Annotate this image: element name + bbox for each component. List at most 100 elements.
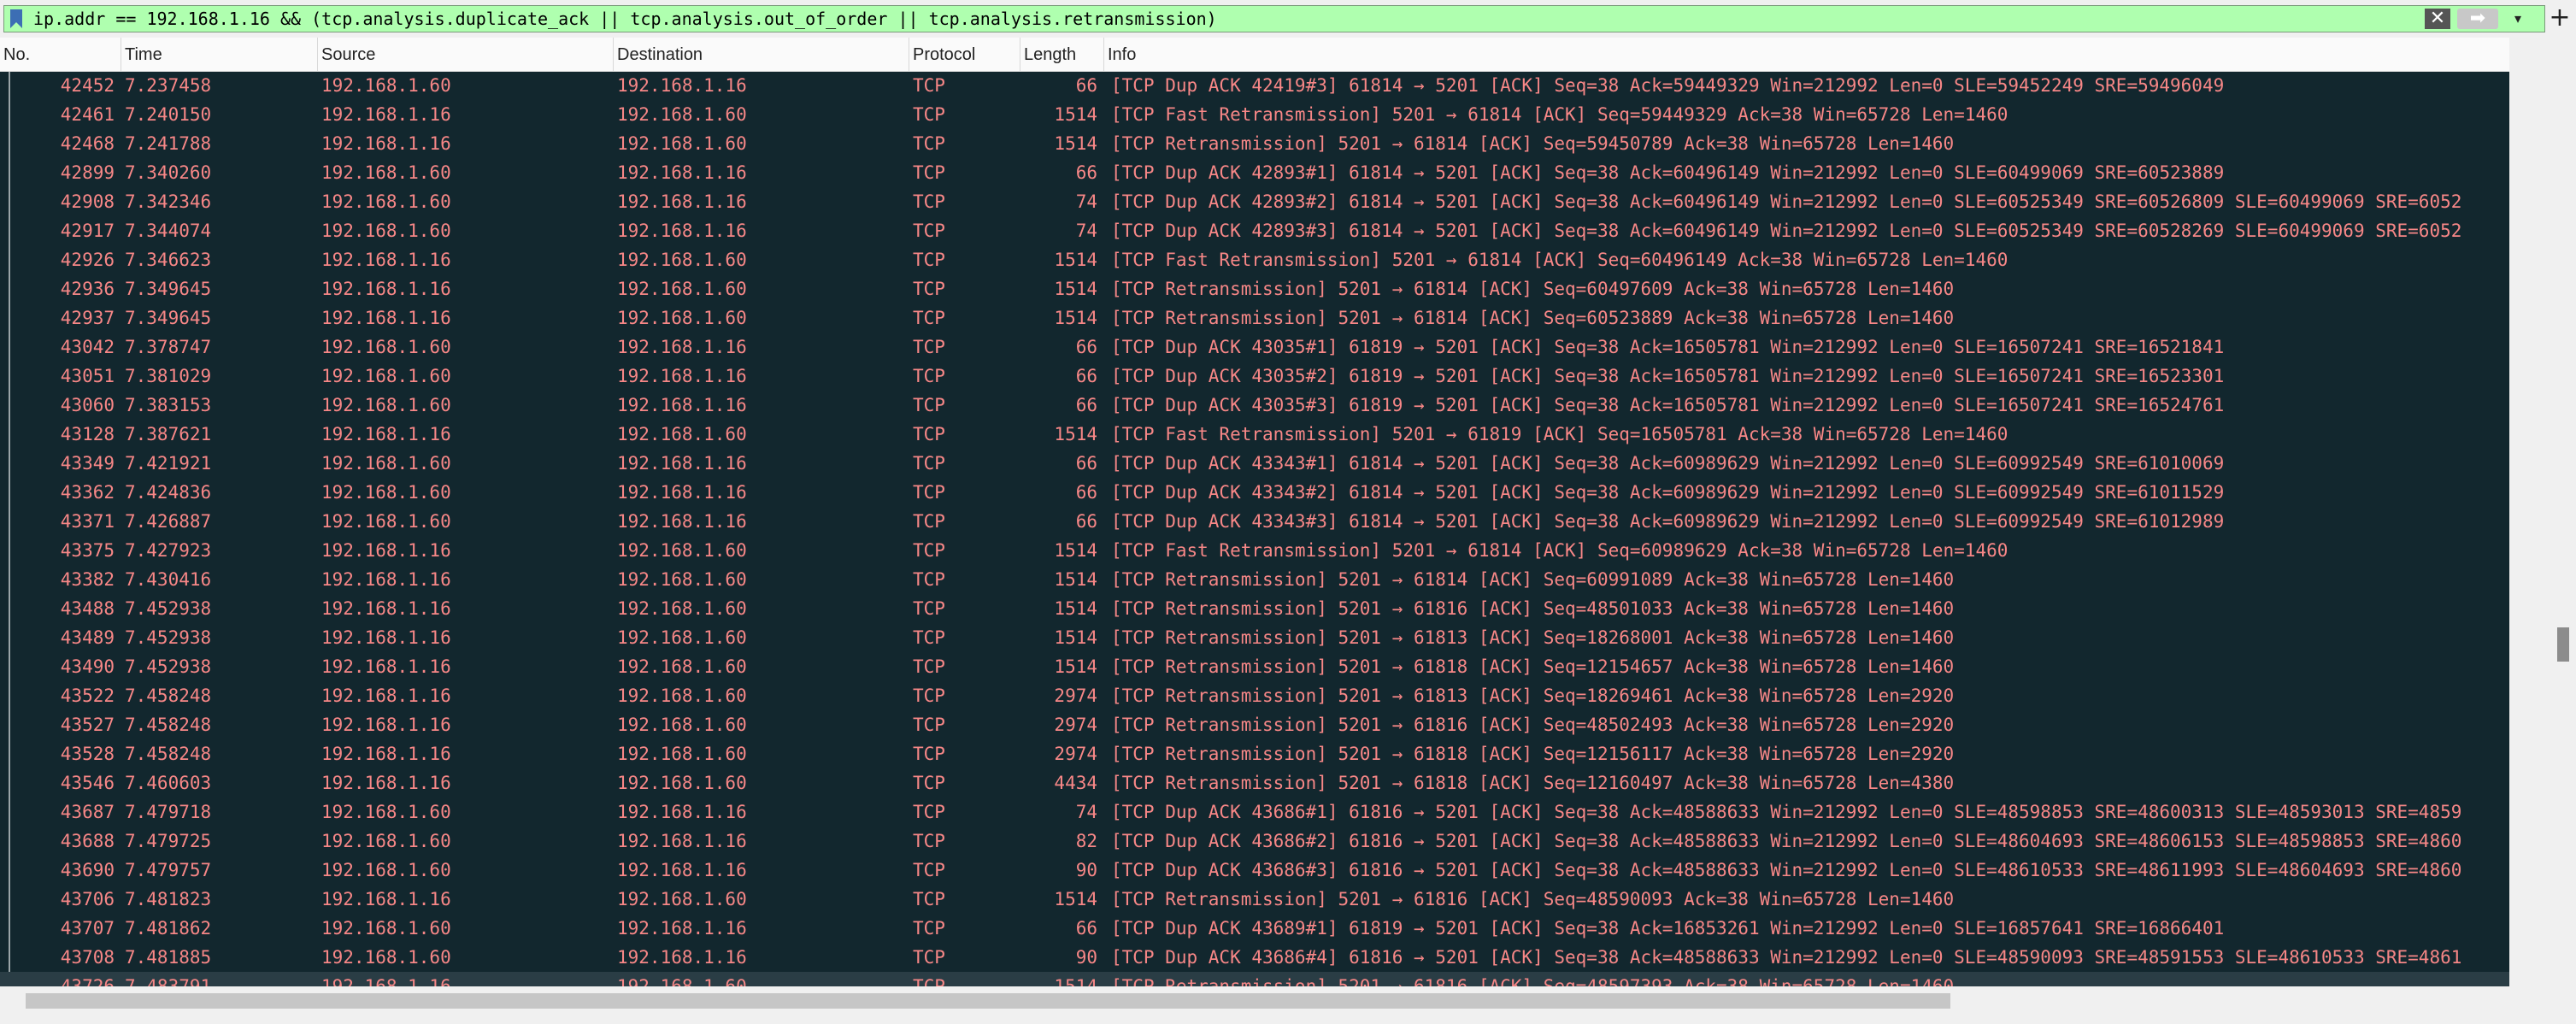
packet-row[interactable]: 43382 7.430416 192.168.1.16 192.168.1.60 TCP… [0,565,2509,594]
packet-time: 7.483791 [125,976,212,986]
packet-row[interactable]: 43690 7.479757 192.168.1.60 192.168.1.16 TCP… [0,856,2509,885]
packet-number: 43371 [60,511,115,532]
packet-info: [TCP Retransmission] 5201 → 61818 [ACK] … [1111,773,1955,793]
packet-source: 192.168.1.60 [321,337,451,357]
packet-source: 192.168.1.16 [321,569,451,590]
column-header-source[interactable]: Source [318,38,614,72]
packet-info: [TCP Dup ACK 42893#1] 61814 → 5201 [ACK]… [1111,162,2225,183]
packet-row[interactable]: 43488 7.452938 192.168.1.16 192.168.1.60 TCP… [0,594,2509,623]
packet-protocol: TCP [913,133,945,154]
packet-length: 66 [1075,511,1097,532]
column-header-protocol[interactable]: Protocol [909,38,1020,72]
packet-list[interactable]: 42452 7.237458 192.168.1.60 192.168.1.16 TCP… [0,72,2509,986]
packet-number: 43489 [60,627,115,648]
packet-row[interactable]: 42899 7.340260 192.168.1.60 192.168.1.16 TCP… [0,158,2509,187]
packet-info: [TCP Retransmission] 5201 → 61816 [ACK] … [1111,976,1955,986]
packet-destination: 192.168.1.16 [617,831,747,851]
packet-row[interactable]: 42917 7.344074 192.168.1.60 192.168.1.16 TCP… [0,216,2509,245]
packet-protocol: TCP [913,686,945,706]
packet-time: 7.342346 [125,191,212,212]
packet-row[interactable]: 42936 7.349645 192.168.1.16 192.168.1.60 TCP… [0,274,2509,303]
packet-row[interactable]: 43726 7.483791 192.168.1.16 192.168.1.60 TCP… [0,972,2509,986]
packet-destination: 192.168.1.60 [617,104,747,125]
column-header-info[interactable]: Info [1104,38,2509,72]
packet-destination: 192.168.1.16 [617,191,747,212]
packet-info: [TCP Fast Retransmission] 5201 → 61814 [… [1111,104,2008,125]
apply-filter-icon[interactable]: ➡ [2457,9,2498,29]
packet-time: 7.460603 [125,773,212,793]
packet-info: [TCP Dup ACK 43343#1] 61814 → 5201 [ACK]… [1111,453,2225,474]
packet-row[interactable]: 43688 7.479725 192.168.1.60 192.168.1.16 TCP… [0,827,2509,856]
vertical-scrollbar[interactable] [2509,38,2576,986]
packet-source: 192.168.1.16 [321,104,451,125]
column-header-length[interactable]: Length [1020,38,1104,72]
packet-number: 42937 [60,308,115,328]
bookmark-icon[interactable] [8,9,25,29]
packet-number: 43375 [60,540,115,561]
packet-number: 43051 [60,366,115,386]
packet-info: [TCP Retransmission] 5201 → 61813 [ACK] … [1111,686,1955,706]
packet-protocol: TCP [913,191,945,212]
packet-info: [TCP Retransmission] 5201 → 61814 [ACK] … [1111,133,1955,154]
packet-destination: 192.168.1.16 [617,802,747,822]
packet-time: 7.381029 [125,366,212,386]
packet-row[interactable]: 43522 7.458248 192.168.1.16 192.168.1.60 TCP… [0,681,2509,710]
packet-protocol: TCP [913,715,945,735]
packet-row[interactable]: 43128 7.387621 192.168.1.16 192.168.1.60 TCP… [0,420,2509,449]
packet-number: 43060 [60,395,115,415]
display-filter-text[interactable]: ip.addr == 192.168.1.16 && (tcp.analysis… [33,6,1217,32]
filter-history-dropdown-icon[interactable]: ▾ [2505,9,2531,29]
packet-row[interactable]: 43489 7.452938 192.168.1.16 192.168.1.60 TCP… [0,623,2509,652]
packet-row[interactable]: 43060 7.383153 192.168.1.60 192.168.1.16 TCP… [0,391,2509,420]
packet-row[interactable]: 43708 7.481885 192.168.1.60 192.168.1.16 TCP… [0,943,2509,972]
packet-time: 7.426887 [125,511,212,532]
packet-row[interactable]: 43371 7.426887 192.168.1.60 192.168.1.16 TCP… [0,507,2509,536]
packet-row[interactable]: 43687 7.479718 192.168.1.60 192.168.1.16 TCP… [0,797,2509,827]
packet-row[interactable]: 43527 7.458248 192.168.1.16 192.168.1.60 TCP… [0,710,2509,739]
packet-source: 192.168.1.16 [321,627,451,648]
packet-number: 43687 [60,802,115,822]
column-header-no[interactable]: No. [0,38,121,72]
packet-row[interactable]: 43490 7.452938 192.168.1.16 192.168.1.60 TCP… [0,652,2509,681]
packet-row[interactable]: 43706 7.481823 192.168.1.16 192.168.1.60 TCP… [0,885,2509,914]
packet-time: 7.344074 [125,221,212,241]
packet-row[interactable]: 42452 7.237458 192.168.1.60 192.168.1.16 TCP… [0,72,2509,100]
packet-row[interactable]: 43349 7.421921 192.168.1.60 192.168.1.16 TCP… [0,449,2509,478]
packet-row[interactable]: 43707 7.481862 192.168.1.60 192.168.1.16 TCP… [0,914,2509,943]
packet-row[interactable]: 42937 7.349645 192.168.1.16 192.168.1.60 TCP… [0,303,2509,333]
packet-row[interactable]: 43546 7.460603 192.168.1.16 192.168.1.60 TCP… [0,768,2509,797]
packet-length: 1514 [1054,424,1097,444]
packet-row[interactable]: 43375 7.427923 192.168.1.16 192.168.1.60 TCP… [0,536,2509,565]
packet-info: [TCP Dup ACK 43686#4] 61816 → 5201 [ACK]… [1111,947,2462,968]
packet-row[interactable]: 42908 7.342346 192.168.1.60 192.168.1.16 TCP… [0,187,2509,216]
packet-info: [TCP Dup ACK 43035#3] 61819 → 5201 [ACK]… [1111,395,2225,415]
packet-row[interactable]: 43042 7.378747 192.168.1.60 192.168.1.16 TCP… [0,333,2509,362]
column-header-destination[interactable]: Destination [614,38,909,72]
packet-number: 42936 [60,279,115,299]
packet-protocol: TCP [913,947,945,968]
packet-row[interactable]: 42461 7.240150 192.168.1.16 192.168.1.60 TCP… [0,100,2509,129]
packet-protocol: TCP [913,337,945,357]
packet-time: 7.340260 [125,162,212,183]
packet-row[interactable]: 43051 7.381029 192.168.1.60 192.168.1.16 TCP… [0,362,2509,391]
packet-destination: 192.168.1.16 [617,947,747,968]
packet-row[interactable]: 42926 7.346623 192.168.1.16 192.168.1.60 TCP… [0,245,2509,274]
packet-time: 7.430416 [125,569,212,590]
packet-length: 1514 [1054,540,1097,561]
packet-row[interactable]: 43528 7.458248 192.168.1.16 192.168.1.60 TCP… [0,739,2509,768]
packet-row[interactable]: 42468 7.241788 192.168.1.16 192.168.1.60 TCP… [0,129,2509,158]
packet-length: 1514 [1054,308,1097,328]
packet-time: 7.240150 [125,104,212,125]
packet-time: 7.481862 [125,918,212,939]
vertical-scrollbar-thumb[interactable] [2557,627,2569,662]
add-filter-button-icon[interactable]: + [2547,5,2573,32]
packet-row[interactable]: 43362 7.424836 192.168.1.60 192.168.1.16 TCP… [0,478,2509,507]
display-filter-input[interactable]: ip.addr == 192.168.1.16 && (tcp.analysis… [3,5,2545,32]
packet-info: [TCP Dup ACK 43343#2] 61814 → 5201 [ACK]… [1111,482,2225,503]
packet-time: 7.424836 [125,482,212,503]
clear-filter-icon[interactable]: ✕ [2425,9,2450,29]
horizontal-scrollbar-thumb[interactable] [26,993,1950,1009]
column-header-time[interactable]: Time [121,38,318,72]
horizontal-scrollbar[interactable] [0,986,2509,1024]
packet-protocol: TCP [913,744,945,764]
